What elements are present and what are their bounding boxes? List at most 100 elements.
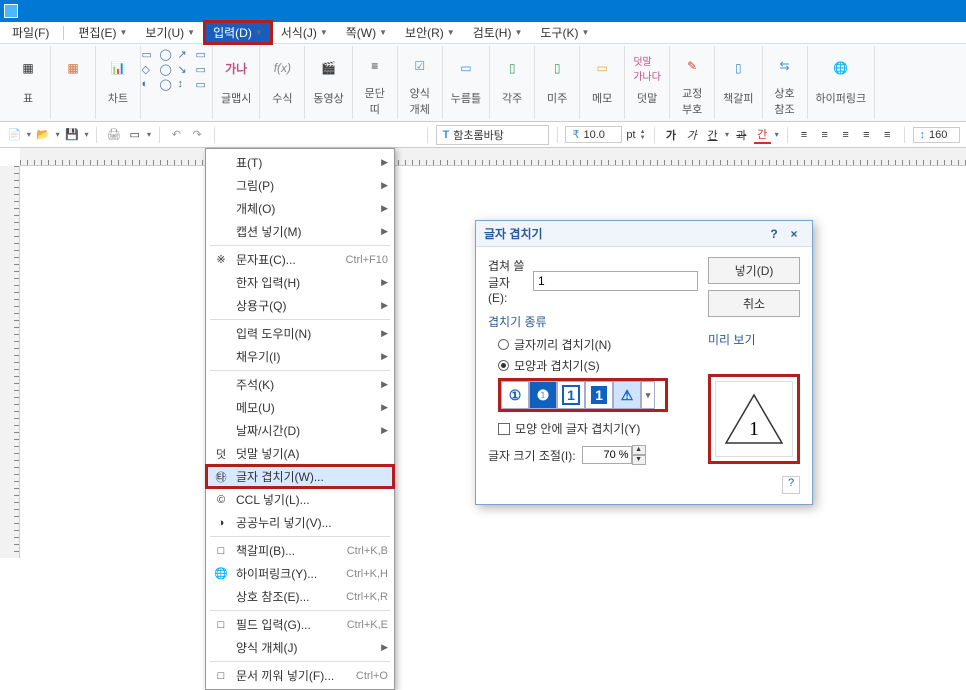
- svg-text:1: 1: [749, 418, 759, 440]
- fontsize-unit: pt: [626, 129, 635, 141]
- menubar: 파일(F) 편집(E)▼ 보기(U)▼ 입력(D)▼ 서식(J)▼ 쪽(W)▼ …: [0, 22, 966, 44]
- size-adjust-input[interactable]: [582, 446, 632, 464]
- menu-item[interactable]: 덧덧말 넣기(A): [206, 442, 394, 465]
- print-icon[interactable]: 🖨: [105, 126, 122, 144]
- menu-tools[interactable]: 도구(K)▼: [532, 22, 597, 43]
- menu-item[interactable]: ◑공공누리 넣기(V)...: [206, 511, 394, 534]
- overlap-char-input[interactable]: [533, 271, 698, 291]
- ribbon-endnote[interactable]: ▯미주: [535, 46, 580, 119]
- menu-item[interactable]: 양식 개체(J)▶: [206, 636, 394, 659]
- ribbon-footnote[interactable]: ▯각주: [490, 46, 535, 119]
- italic-btn[interactable]: 가: [683, 126, 700, 144]
- menu-item[interactable]: □필드 입력(G)...Ctrl+K,E: [206, 613, 394, 636]
- spin-down[interactable]: ▼: [632, 455, 646, 465]
- menu-item[interactable]: 캡션 넣기(M)▶: [206, 220, 394, 243]
- align-left-icon[interactable]: ≡: [796, 126, 813, 144]
- menu-item[interactable]: 상용구(Q)▶: [206, 294, 394, 317]
- menu-item[interactable]: 날짜/시간(D)▶: [206, 419, 394, 442]
- cancel-button[interactable]: 취소: [708, 290, 800, 317]
- overlap-char-label: 겹쳐 쓸 글자(E):: [488, 257, 527, 305]
- menu-item[interactable]: ㉹글자 겹치기(W)...: [206, 465, 394, 488]
- menu-view[interactable]: 보기(U)▼: [137, 22, 203, 43]
- menu-item[interactable]: 🌐하이퍼링크(Y)...Ctrl+K,H: [206, 562, 394, 585]
- menu-page[interactable]: 쪽(W)▼: [338, 22, 395, 43]
- menu-item[interactable]: 주석(K)▶: [206, 373, 394, 396]
- undo-icon[interactable]: ↶: [168, 126, 185, 144]
- radio-shape-overlap[interactable]: 모양과 겹치기(S): [488, 357, 698, 374]
- preview-box: 1: [708, 374, 800, 464]
- new-doc-icon[interactable]: 📄: [6, 126, 23, 144]
- input-dropdown-menu: 표(T)▶그림(P)▶개체(O)▶캡션 넣기(M)▶ ※문자표(C)...Ctrl…: [205, 148, 395, 690]
- ribbon-shapes[interactable]: ▭◯↗▭ ◇◯↘▭ ◐◯↕▭: [141, 46, 213, 119]
- menu-input[interactable]: 입력(D)▼: [205, 22, 271, 43]
- ribbon-hyperlink[interactable]: 🌐하이퍼링크: [808, 46, 876, 119]
- save-icon[interactable]: 💾: [64, 126, 81, 144]
- ribbon-memo[interactable]: ▭메모: [580, 46, 625, 119]
- dialog-help-btn[interactable]: ?: [764, 227, 784, 241]
- shape-selector: ① ❶ 1 1 ⚠ ▾: [498, 378, 668, 412]
- shape-more[interactable]: ▾: [641, 381, 655, 409]
- ribbon-chart[interactable]: 📊차트: [96, 46, 141, 119]
- color-btn[interactable]: 간: [754, 126, 771, 144]
- menu-item[interactable]: 메모(U)▶: [206, 396, 394, 419]
- ribbon-table2[interactable]: ▦: [51, 46, 96, 119]
- align-distribute-icon[interactable]: ≡: [879, 126, 896, 144]
- zoom-combo[interactable]: ↕160: [913, 127, 961, 143]
- ribbon-bookmark[interactable]: ▯책갈피: [715, 46, 762, 119]
- shape-square-outline[interactable]: 1: [557, 381, 585, 409]
- menu-item[interactable]: 채우기(I)▶: [206, 345, 394, 368]
- menu-item[interactable]: 한자 입력(H)▶: [206, 271, 394, 294]
- menu-security[interactable]: 보안(R)▼: [397, 22, 463, 43]
- menu-item[interactable]: 입력 도우미(N)▶: [206, 322, 394, 345]
- preview-icon[interactable]: ▭: [126, 126, 143, 144]
- overlap-dialog: 글자 겹치기 ? × 겹쳐 쓸 글자(E): 겹치기 종류 글자끼리 겹치기(N…: [475, 220, 813, 505]
- menu-item[interactable]: □책갈피(B)...Ctrl+K,B: [206, 539, 394, 562]
- menu-item[interactable]: ※문자표(C)...Ctrl+F10: [206, 248, 394, 271]
- ribbon-proof[interactable]: ✎교정 부호: [670, 46, 715, 119]
- font-combo[interactable]: T함초롬바탕: [436, 125, 549, 145]
- dialog-title: 글자 겹치기: [484, 225, 543, 242]
- menu-review[interactable]: 검토(H)▼: [465, 22, 531, 43]
- menu-edit[interactable]: 편집(E)▼: [70, 22, 135, 43]
- ribbon-video[interactable]: 🎬동영상: [305, 46, 352, 119]
- align-justify-icon[interactable]: ≡: [858, 126, 875, 144]
- ribbon-crossref[interactable]: ⇆상호 참조: [763, 46, 808, 119]
- ribbon: ▦표 ▦ 📊차트 ▭◯↗▭ ◇◯↘▭ ◐◯↕▭ 가나글맵시 f(x)수식 🎬동영…: [0, 44, 966, 122]
- bold-btn[interactable]: 가: [663, 126, 680, 144]
- align-right-icon[interactable]: ≡: [837, 126, 854, 144]
- ribbon-formula[interactable]: f(x)수식: [260, 46, 305, 119]
- open-icon[interactable]: 📂: [35, 126, 52, 144]
- strike-btn[interactable]: 과: [733, 126, 750, 144]
- insert-button[interactable]: 넣기(D): [708, 257, 800, 284]
- menu-item[interactable]: 그림(P)▶: [206, 174, 394, 197]
- menu-item[interactable]: 개체(O)▶: [206, 197, 394, 220]
- underline-btn[interactable]: 간: [704, 126, 721, 144]
- menu-format[interactable]: 서식(J)▼: [273, 22, 336, 43]
- shape-circle-outline[interactable]: ①: [501, 381, 529, 409]
- spin-up[interactable]: ▲: [632, 445, 646, 455]
- dialog-help-icon[interactable]: ?: [782, 476, 800, 494]
- dialog-titlebar: 글자 겹치기 ? ×: [476, 221, 812, 247]
- ribbon-numframe[interactable]: ▭누름틀: [443, 46, 490, 119]
- menu-item[interactable]: □문서 끼워 넣기(F)...Ctrl+O: [206, 664, 394, 687]
- horizontal-ruler: [20, 148, 966, 166]
- radio-char-overlap[interactable]: 글자끼리 겹치기(N): [488, 336, 698, 353]
- menu-item[interactable]: ©CCL 넣기(L)...: [206, 488, 394, 511]
- shape-triangle[interactable]: ⚠: [613, 381, 641, 409]
- menu-item[interactable]: 표(T)▶: [206, 151, 394, 174]
- align-center-icon[interactable]: ≡: [816, 126, 833, 144]
- ribbon-gallery[interactable]: 가나글맵시: [213, 46, 260, 119]
- sub-toolbar: 📄▾ 📂▾ 💾▾ 🖨 ▭▾ ↶ ↷ T함초롬바탕 ₹10.0 pt ▲▼ 가 가…: [0, 122, 966, 148]
- check-inner-overlap[interactable]: 모양 안에 글자 겹치기(Y): [488, 420, 698, 437]
- ribbon-styleset[interactable]: ☑양식 개체: [398, 46, 443, 119]
- ribbon-table[interactable]: ▦표: [6, 46, 51, 119]
- ribbon-comment[interactable]: 덧말가나다덧말: [625, 46, 670, 119]
- shape-circle-filled[interactable]: ❶: [529, 381, 557, 409]
- menu-file[interactable]: 파일(F): [4, 22, 57, 43]
- menu-item[interactable]: 상호 참조(E)...Ctrl+K,R: [206, 585, 394, 608]
- shape-square-filled[interactable]: 1: [585, 381, 613, 409]
- ribbon-textbox[interactable]: ≡문단 띠: [353, 46, 398, 119]
- redo-icon[interactable]: ↷: [189, 126, 206, 144]
- fontsize-combo[interactable]: ₹10.0: [565, 126, 622, 143]
- dialog-close-btn[interactable]: ×: [784, 227, 804, 241]
